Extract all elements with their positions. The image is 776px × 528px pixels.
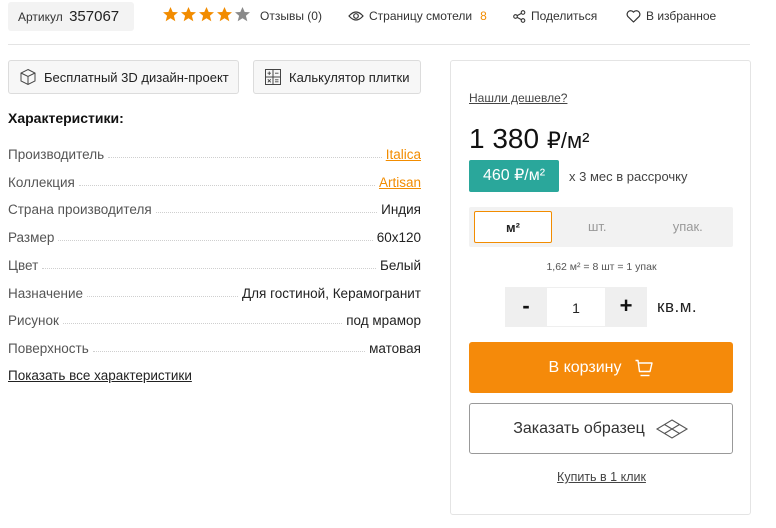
star-filled-icon (181, 7, 196, 22)
found-cheaper-link[interactable]: Нашли дешевле? (469, 91, 567, 105)
favorite-button[interactable]: В избранное (626, 9, 716, 23)
unit-tab[interactable]: упак. (643, 211, 734, 243)
views-count: 8 (480, 9, 487, 23)
characteristics-title: Характеристики: (8, 110, 124, 126)
dotted-leader (42, 267, 376, 269)
quantity-decrease-button[interactable]: - (505, 287, 547, 327)
calculator-icon (265, 69, 281, 85)
characteristic-row: Размер 60x120 (8, 225, 421, 245)
sku-badge: Артикул 357067 (8, 2, 134, 31)
characteristic-row: Коллекция Artisan (8, 170, 421, 190)
free-3d-design-label: Бесплатный 3D дизайн-проект (44, 69, 229, 85)
characteristic-row: Цвет Белый (8, 253, 421, 273)
eye-icon (348, 11, 364, 21)
price-unit: ₽/м² (546, 128, 590, 153)
dotted-leader (87, 295, 238, 297)
buy-one-click-link[interactable]: Купить в 1 клик (451, 470, 752, 484)
buy-one-click-label: Купить в 1 клик (557, 470, 646, 484)
sku-value: 357067 (69, 8, 120, 25)
characteristic-value: 60x120 (376, 230, 421, 246)
characteristic-value-link[interactable]: Italica (386, 147, 421, 162)
views-counter: Страницу смотели 8 (348, 9, 487, 23)
unit-tab[interactable]: шт. (552, 211, 643, 243)
dotted-leader (78, 184, 375, 186)
quantity-unit: кв.м. (657, 297, 698, 316)
star-filled-icon (199, 7, 214, 22)
order-sample-label: Заказать образец (513, 419, 645, 437)
sku-label: Артикул (18, 10, 63, 24)
star-filled-icon (217, 7, 232, 22)
share-label: Поделиться (531, 9, 598, 23)
characteristic-row: Рисунок под мрамор (8, 308, 421, 328)
share-icon (513, 9, 526, 23)
free-3d-design-button[interactable]: Бесплатный 3D дизайн-проект (8, 60, 239, 94)
characteristic-value: Белый (379, 257, 421, 273)
characteristic-row: Поверхность матовая (8, 336, 421, 356)
add-to-cart-button[interactable]: В корзину (469, 342, 733, 393)
quantity-increase-button[interactable]: + (605, 287, 647, 327)
product-meta-bar: Артикул 357067 Отзывы (0) Страницу смоте… (8, 0, 750, 45)
characteristic-key: Поверхность (8, 340, 89, 356)
dotted-leader (92, 350, 366, 352)
characteristic-row: Назначение Для гостиной, Керамогранит (8, 281, 421, 301)
characteristic-key: Коллекция (8, 174, 75, 190)
order-sample-button[interactable]: Заказать образец (469, 403, 733, 454)
favorite-label: В избранное (646, 9, 717, 23)
star-empty-icon (235, 7, 250, 22)
tile-calculator-button[interactable]: Калькулятор плитки (253, 60, 421, 94)
dotted-leader (108, 157, 382, 158)
views-label: Страницу смотели (369, 9, 473, 23)
reviews-link[interactable]: Отзывы (0) (260, 9, 322, 23)
unit-tab[interactable]: м² (474, 211, 552, 243)
unit-conversion-note: 1,62 м² = 8 шт = 1 упак (546, 261, 657, 273)
quantity-stepper: - 1 + кв.м. (505, 287, 697, 327)
quantity-input[interactable]: 1 (547, 287, 605, 327)
cart-icon (635, 359, 653, 376)
heart-icon (626, 9, 641, 23)
characteristic-value: Для гостиной, Керамогранит (242, 285, 421, 301)
share-button[interactable]: Поделиться (513, 9, 597, 23)
dotted-leader (58, 240, 373, 242)
dotted-leader (62, 323, 343, 325)
buy-panel: Нашли дешевле? 1 380 ₽/м² 460 ₽/м² х 3 м… (450, 60, 751, 515)
characteristic-key: Страна производителя (8, 202, 152, 218)
characteristic-value: под мрамор (346, 313, 421, 329)
rating-stars[interactable] (162, 6, 251, 26)
star-filled-icon (163, 7, 178, 22)
installment-price-badge[interactable]: 460 ₽/м² (469, 160, 559, 192)
characteristic-key: Размер (8, 230, 55, 246)
characteristic-value: матовая (369, 340, 421, 356)
tile-calculator-label: Калькулятор плитки (289, 69, 410, 85)
characteristic-row: Страна производителя Индия (8, 197, 421, 217)
tiles-icon (655, 418, 688, 439)
installment-text: х 3 мес в рассрочку (569, 169, 688, 184)
characteristic-row: Производитель Italica (8, 142, 421, 162)
characteristic-key: Производитель (8, 147, 105, 162)
cube-icon (20, 68, 36, 86)
show-all-characteristics-link[interactable]: Показать все характеристики (8, 368, 192, 383)
characteristic-key: Цвет (8, 257, 39, 273)
unit-switcher: м² шт. упак. (469, 207, 733, 247)
characteristic-value: Индия (381, 202, 421, 218)
add-to-cart-label: В корзину (548, 358, 622, 376)
price-value: 1 380 (469, 123, 540, 154)
characteristic-key: Рисунок (8, 313, 59, 329)
price: 1 380 ₽/м² (469, 123, 589, 155)
characteristic-key: Назначение (8, 285, 84, 301)
dotted-leader (155, 212, 378, 214)
characteristic-value-link[interactable]: Artisan (379, 175, 421, 190)
